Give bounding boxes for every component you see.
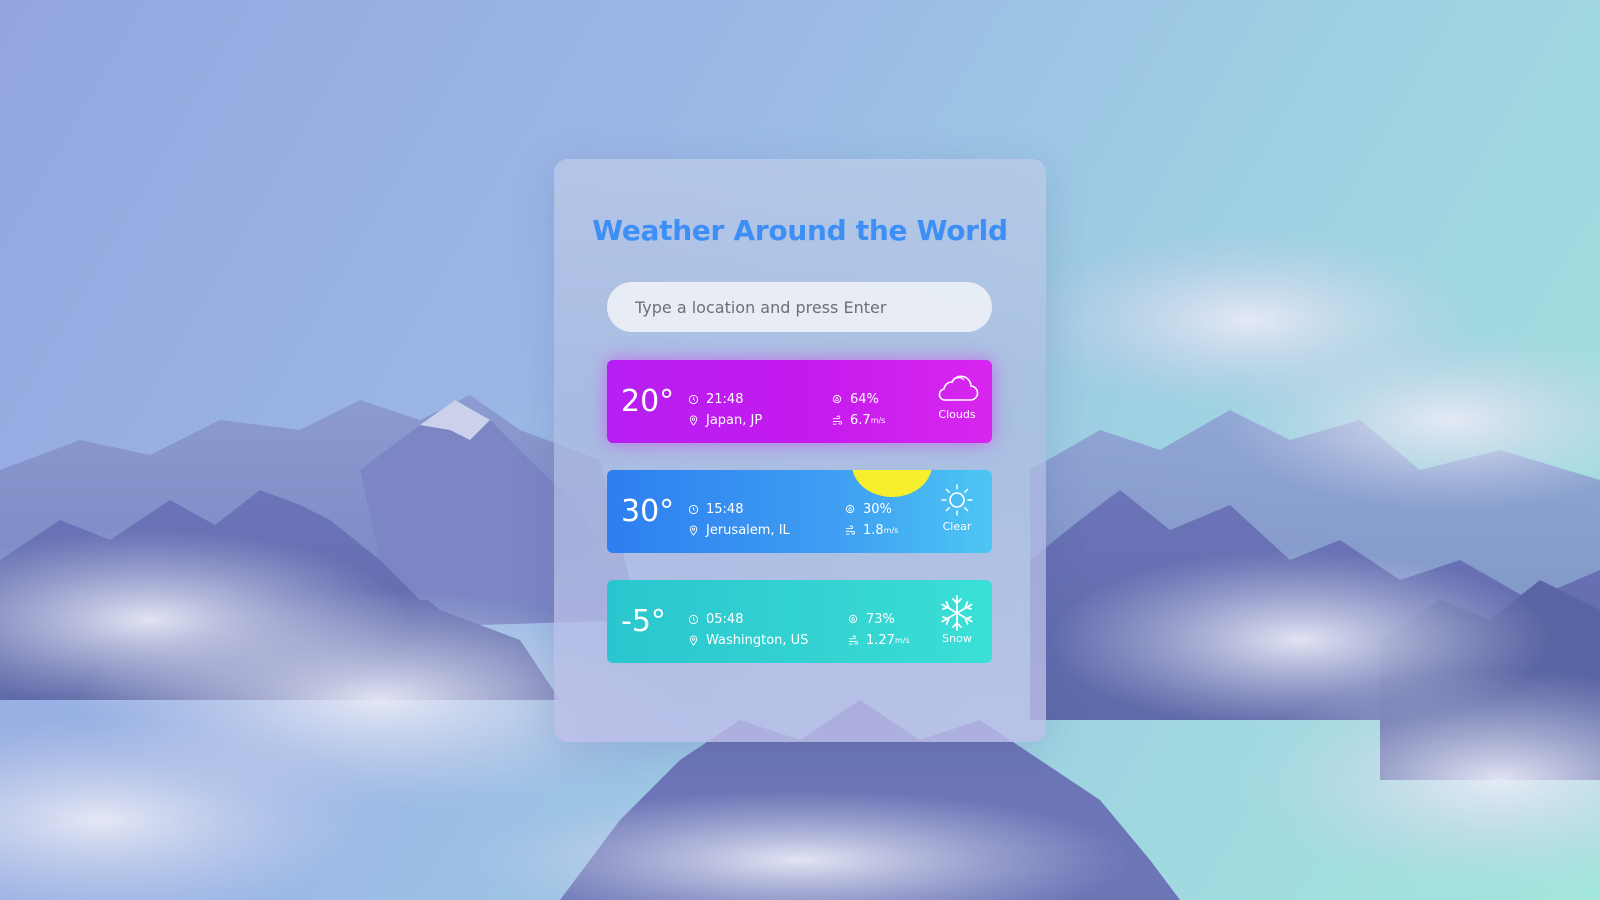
location-row: Japan, JP xyxy=(688,410,762,431)
humidity-value: 64% xyxy=(850,392,879,407)
time-row: 21:48 xyxy=(688,389,762,410)
card-stats: 73% 1.27 m/s xyxy=(848,609,910,651)
weather-panel: Weather Around the World 20° 21:48 Japan… xyxy=(554,159,1046,742)
condition-label: Clouds xyxy=(938,408,976,421)
local-time: 15:48 xyxy=(706,502,744,517)
location-pin-icon xyxy=(688,635,699,646)
location-row: Washington, US xyxy=(688,630,808,651)
condition-label: Snow xyxy=(942,632,972,645)
wind-row: 6.7 m/s xyxy=(832,410,885,431)
wind-row: 1.8 m/s xyxy=(845,520,898,541)
temperature: 30° xyxy=(621,494,675,529)
wind-icon xyxy=(845,525,856,536)
wind-value: 6.7 xyxy=(850,413,871,428)
clock-icon xyxy=(688,614,699,625)
local-time: 21:48 xyxy=(706,392,744,407)
clock-icon xyxy=(688,504,699,515)
clock-icon xyxy=(688,394,699,405)
temperature: 20° xyxy=(621,384,675,419)
weather-card-jerusalem[interactable]: 30° 15:48 Jerusalem, IL 30% 1.8 m/s Clea… xyxy=(607,470,992,553)
snowflake-icon xyxy=(941,595,973,631)
humidity-icon xyxy=(832,394,843,405)
humidity-row: 30% xyxy=(845,499,898,520)
card-meta: 15:48 Jerusalem, IL xyxy=(688,499,790,541)
humidity-icon xyxy=(845,504,856,515)
wind-unit: m/s xyxy=(870,416,886,425)
wind-icon xyxy=(848,635,859,646)
wind-value: 1.8 xyxy=(863,523,884,538)
location-name: Jerusalem, IL xyxy=(706,523,790,538)
condition: Clear xyxy=(922,484,992,533)
page-title: Weather Around the World xyxy=(592,214,1008,247)
time-row: 15:48 xyxy=(688,499,790,520)
sun-icon xyxy=(941,484,973,516)
location-name: Japan, JP xyxy=(706,413,763,428)
temperature: -5° xyxy=(621,604,666,639)
wind-row: 1.27 m/s xyxy=(848,630,910,651)
humidity-value: 30% xyxy=(863,502,892,517)
condition: Snow xyxy=(922,594,992,645)
location-search-input[interactable] xyxy=(607,282,992,332)
weather-card-japan[interactable]: 20° 21:48 Japan, JP 64% 6.7 m/s Clouds xyxy=(607,360,992,443)
wind-icon xyxy=(832,415,843,426)
cloud-icon xyxy=(938,375,979,401)
wind-unit: m/s xyxy=(883,526,899,535)
weather-card-washington[interactable]: -5° 05:48 Washington, US 73% 1.27 m/s Sn… xyxy=(607,580,992,663)
condition-label: Clear xyxy=(942,520,972,533)
location-name: Washington, US xyxy=(706,633,809,648)
time-row: 05:48 xyxy=(688,609,808,630)
local-time: 05:48 xyxy=(706,612,744,627)
wind-unit: m/s xyxy=(894,636,910,645)
card-stats: 30% 1.8 m/s xyxy=(845,499,898,541)
card-meta: 21:48 Japan, JP xyxy=(688,389,762,431)
location-pin-icon xyxy=(688,415,699,426)
location-pin-icon xyxy=(688,525,699,536)
card-stats: 64% 6.7 m/s xyxy=(832,389,885,431)
card-meta: 05:48 Washington, US xyxy=(688,609,808,651)
humidity-value: 73% xyxy=(866,612,895,627)
location-row: Jerusalem, IL xyxy=(688,520,790,541)
humidity-icon xyxy=(848,614,859,625)
sun-decoration xyxy=(852,470,932,497)
humidity-row: 64% xyxy=(832,389,885,410)
humidity-row: 73% xyxy=(848,609,910,630)
wind-value: 1.27 xyxy=(866,633,895,648)
condition: Clouds xyxy=(922,374,992,421)
